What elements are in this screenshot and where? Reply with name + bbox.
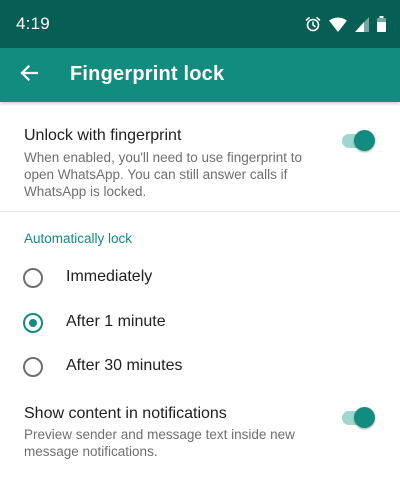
status-time: 4:19 (16, 14, 50, 33)
cellular-signal-icon (355, 16, 369, 32)
radio-option-after-1-minute[interactable]: After 1 minute (0, 302, 400, 346)
unlock-fingerprint-toggle[interactable] (340, 129, 376, 153)
radio-option-immediately[interactable]: Immediately (0, 257, 400, 301)
automatically-lock-header: Automatically lock (24, 231, 133, 246)
page-title: Fingerprint lock (70, 63, 225, 85)
status-bar: 4:19 (0, 0, 400, 48)
radio-button-immediately[interactable] (23, 268, 43, 288)
toggle-thumb (354, 407, 375, 428)
notification-content-title: Show content in notifications (24, 405, 227, 422)
notification-content-toggle[interactable] (340, 406, 376, 430)
radio-label-after-1-minute: After 1 minute (66, 313, 166, 330)
unlock-fingerprint-title: Unlock with fingerprint (24, 127, 182, 144)
status-icons (305, 15, 386, 33)
radio-label-immediately: Immediately (66, 268, 153, 285)
radio-option-after-30-minutes[interactable]: After 30 minutes (0, 346, 400, 390)
notification-content-description: Preview sender and message text inside n… (24, 427, 295, 459)
toggle-thumb (354, 130, 375, 151)
unlock-fingerprint-description: When enabled, you'll need to use fingerp… (24, 150, 303, 199)
battery-icon (377, 16, 386, 32)
arrow-back-icon (19, 63, 39, 88)
radio-selected-dot (29, 319, 37, 327)
app-bar: Fingerprint lock (0, 48, 400, 102)
radio-button-after-30-minutes[interactable] (23, 357, 43, 377)
wifi-icon (329, 17, 347, 32)
radio-label-after-30-minutes: After 30 minutes (66, 357, 183, 374)
back-button[interactable] (10, 56, 48, 94)
radio-button-after-1-minute[interactable] (23, 313, 43, 333)
divider (0, 211, 400, 212)
alarm-icon (305, 16, 321, 32)
